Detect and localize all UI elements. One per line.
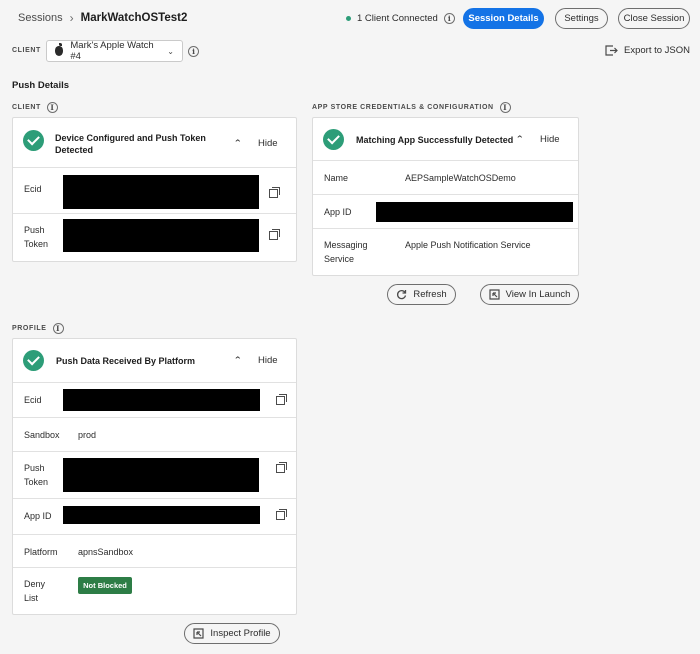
info-icon[interactable]: i bbox=[188, 46, 199, 57]
refresh-button[interactable]: Refresh bbox=[387, 284, 456, 305]
row-key: Name bbox=[324, 173, 349, 183]
chevron-up-icon[interactable]: ⌃ bbox=[515, 134, 524, 145]
redacted-value bbox=[63, 219, 259, 252]
inspect-profile-button[interactable]: Inspect Profile bbox=[184, 623, 280, 644]
redacted-value bbox=[63, 506, 260, 524]
row-key: Sandbox bbox=[24, 430, 60, 440]
table-row: App ID bbox=[313, 195, 578, 229]
card-header: Push Data Received By Platform ⌃ Hide bbox=[13, 339, 296, 383]
status-dot bbox=[346, 16, 351, 21]
copy-icon[interactable] bbox=[276, 394, 287, 405]
close-session-button[interactable]: Close Session bbox=[618, 8, 690, 29]
card-title: Device Configured and Push Token Detecte… bbox=[55, 133, 206, 155]
apple-icon bbox=[55, 43, 64, 56]
row-key: Platform bbox=[24, 547, 58, 557]
row-value: prod bbox=[78, 430, 97, 440]
copy-icon[interactable] bbox=[269, 229, 280, 240]
client-section-header: CLIENT i bbox=[12, 102, 58, 113]
hide-button[interactable]: Hide bbox=[258, 138, 278, 149]
table-row: Platform apnsSandbox bbox=[13, 535, 296, 568]
refresh-icon bbox=[397, 290, 407, 300]
profile-section-label: PROFILE bbox=[12, 325, 47, 332]
info-icon[interactable]: i bbox=[46, 102, 58, 113]
breadcrumb-separator: › bbox=[69, 11, 74, 25]
info-icon[interactable]: i bbox=[499, 102, 511, 113]
row-key: Messaging Service bbox=[324, 240, 368, 264]
export-json-button[interactable]: Export to JSON bbox=[605, 45, 690, 56]
redacted-value bbox=[63, 389, 260, 411]
row-key: App ID bbox=[24, 511, 52, 521]
row-key: Push Token bbox=[24, 463, 49, 487]
status-badge: Not Blocked bbox=[78, 577, 132, 594]
table-row: Name AEPSampleWatchOSDemo bbox=[313, 161, 578, 195]
view-in-launch-button[interactable]: View In Launch bbox=[480, 284, 579, 305]
hide-button[interactable]: Hide bbox=[258, 355, 278, 366]
hide-button[interactable]: Hide bbox=[540, 134, 560, 145]
launch-icon bbox=[193, 628, 204, 639]
session-details-button[interactable]: Session Details bbox=[463, 8, 544, 29]
session-name: MarkWatchOSTest2 bbox=[80, 12, 188, 24]
redacted-value bbox=[63, 458, 259, 492]
view-in-launch-label: View In Launch bbox=[505, 289, 571, 300]
card-header: Device Configured and Push Token Detecte… bbox=[13, 118, 296, 168]
profile-section-header: PROFILE i bbox=[12, 323, 64, 334]
export-icon bbox=[605, 45, 618, 56]
inspect-profile-label: Inspect Profile bbox=[210, 628, 271, 639]
row-key: Push Token bbox=[24, 225, 49, 249]
page-title: Push Details bbox=[12, 80, 70, 91]
row-value: AEPSampleWatchOSDemo bbox=[405, 173, 516, 183]
row-key: Ecid bbox=[24, 395, 42, 405]
row-key: App ID bbox=[324, 207, 352, 217]
chevron-down-icon: ⌄ bbox=[167, 46, 174, 56]
row-key: Ecid bbox=[24, 184, 42, 194]
row-value: Apple Push Notification Service bbox=[405, 240, 531, 250]
appstore-section-header: APP STORE CREDENTIALS & CONFIGURATION i bbox=[312, 102, 511, 113]
breadcrumb: Sessions › MarkWatchOSTest2 bbox=[18, 11, 187, 25]
appstore-section-label: APP STORE CREDENTIALS & CONFIGURATION bbox=[312, 104, 494, 111]
table-row: Ecid bbox=[13, 383, 296, 418]
redacted-value bbox=[63, 175, 259, 209]
export-json-label: Export to JSON bbox=[624, 45, 690, 56]
row-key: Deny List bbox=[24, 579, 46, 603]
chevron-up-icon[interactable]: ⌃ bbox=[233, 138, 242, 149]
info-icon[interactable]: i bbox=[52, 323, 64, 334]
device-configured-card: Device Configured and Push Token Detecte… bbox=[12, 117, 297, 262]
row-value: apnsSandbox bbox=[78, 547, 134, 557]
card-title: Push Data Received By Platform bbox=[56, 356, 196, 366]
table-row: Deny List Not Blocked bbox=[13, 568, 296, 614]
card-header: Matching App Successfully Detected ⌃ Hid… bbox=[313, 118, 578, 161]
refresh-label: Refresh bbox=[413, 289, 447, 300]
launch-icon bbox=[488, 289, 500, 300]
connection-status: 1 Client Connected i bbox=[346, 13, 455, 24]
checkmark-circle-icon bbox=[23, 130, 44, 151]
breadcrumb-sessions-link[interactable]: Sessions bbox=[18, 12, 63, 24]
table-row: Ecid bbox=[13, 168, 296, 214]
copy-icon[interactable] bbox=[276, 509, 287, 520]
card-title: Matching App Successfully Detected bbox=[356, 135, 514, 145]
client-picker[interactable]: Mark's Apple Watch #4 ⌄ bbox=[46, 40, 183, 62]
checkmark-circle-icon bbox=[323, 129, 344, 150]
copy-icon[interactable] bbox=[276, 462, 287, 473]
client-section-label: CLIENT bbox=[12, 104, 41, 111]
connection-status-text: 1 Client Connected bbox=[357, 13, 438, 24]
table-row: Sandbox prod bbox=[13, 418, 296, 452]
chevron-up-icon[interactable]: ⌃ bbox=[233, 355, 242, 366]
table-row: Messaging Service Apple Push Notificatio… bbox=[313, 229, 578, 275]
matching-app-card: Matching App Successfully Detected ⌃ Hid… bbox=[312, 117, 579, 276]
client-picker-value: Mark's Apple Watch #4 bbox=[70, 40, 154, 62]
redacted-value bbox=[376, 202, 573, 222]
client-label: CLIENT bbox=[12, 47, 41, 54]
settings-button[interactable]: Settings bbox=[555, 8, 608, 29]
checkmark-circle-icon bbox=[23, 350, 44, 371]
table-row: Push Token bbox=[13, 214, 296, 261]
table-row: App ID bbox=[13, 499, 296, 535]
push-data-card: Push Data Received By Platform ⌃ Hide Ec… bbox=[12, 338, 297, 615]
copy-icon[interactable] bbox=[269, 187, 280, 198]
table-row: Push Token bbox=[13, 452, 296, 499]
info-icon[interactable]: i bbox=[443, 13, 455, 24]
